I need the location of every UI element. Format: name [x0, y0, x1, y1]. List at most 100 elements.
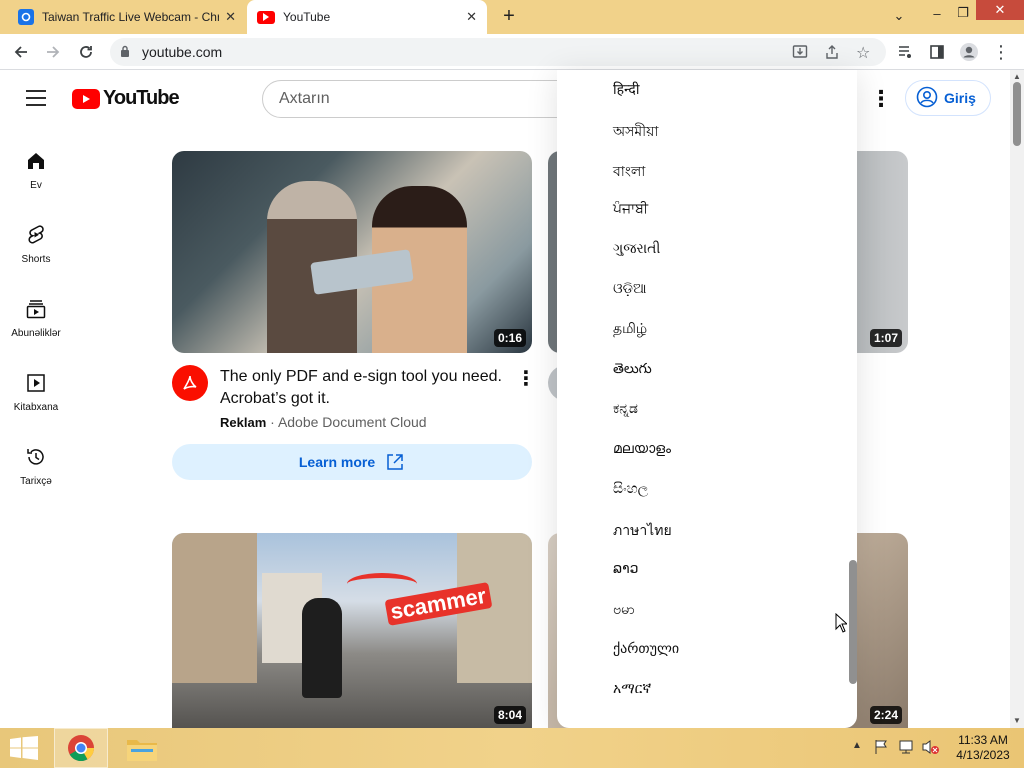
language-option[interactable]: አማርኛ [613, 680, 651, 697]
windows-taskbar: ▲ 11:33 AM 4/13/2023 [0, 728, 1024, 768]
language-option[interactable]: ਪੰਜਾਬੀ [613, 200, 648, 217]
ad-meta: Reklam · Adobe Document Cloud [220, 414, 427, 430]
action-center-flag-icon[interactable] [874, 739, 890, 760]
youtube-favicon-icon [257, 10, 275, 24]
search-input[interactable]: Axtarın [262, 80, 582, 118]
learn-more-button[interactable]: Learn more [172, 444, 532, 480]
clock[interactable]: 11:33 AM 4/13/2023 [948, 733, 1018, 763]
history-icon [27, 449, 44, 465]
video-thumbnail[interactable]: scammer 8:04 [172, 533, 532, 728]
url-text: youtube.com [142, 44, 223, 60]
video-thumbnail[interactable]: 0:16 [172, 151, 532, 353]
language-option[interactable]: ಕನ್ನಡ [613, 400, 638, 417]
sidebar-label: Tarixçə [20, 476, 52, 487]
sidebar-label: Ev [30, 180, 42, 191]
close-tab-icon[interactable]: ✕ [466, 9, 477, 25]
star-icon[interactable]: ☆ [856, 43, 870, 63]
subscriptions-icon [26, 300, 46, 319]
language-option[interactable]: ဗမာ [613, 600, 635, 621]
file-explorer-icon[interactable] [126, 736, 158, 767]
video-title[interactable]: The only PDF and e-sign tool you need. A… [220, 366, 510, 410]
new-tab-button[interactable]: + [496, 6, 522, 28]
shorts-icon [28, 225, 44, 244]
channel-name[interactable]: Adobe Document Cloud [278, 414, 427, 430]
close-tab-icon[interactable]: ✕ [225, 9, 236, 25]
windows-start-icon[interactable] [10, 736, 38, 765]
network-icon[interactable] [898, 739, 914, 760]
external-link-icon [387, 454, 403, 470]
person-figure [302, 598, 342, 698]
video-options-kebab-icon[interactable]: ⋮ [516, 366, 536, 391]
menu-icon[interactable]: ⋮ [986, 34, 1016, 70]
menu-scrollbar-thumb[interactable] [849, 560, 857, 684]
share-icon[interactable] [824, 44, 840, 65]
mouse-cursor-icon [835, 612, 849, 638]
language-option[interactable]: অসমীয়া [613, 120, 658, 144]
sidebar-item-home[interactable]: Ev [0, 146, 72, 220]
adobe-channel-avatar[interactable] [172, 365, 208, 401]
language-option[interactable]: ગુજરાતી [613, 240, 660, 257]
duration-badge: 0:16 [493, 329, 526, 347]
home-icon [28, 153, 44, 169]
language-option[interactable]: ଓଡ଼ିଆ [613, 280, 647, 297]
browser-toolbar: youtube.com ☆ ⋮ [0, 34, 1024, 70]
tab-search-chevron-down-icon[interactable]: ⌄ [882, 3, 916, 29]
language-option[interactable]: हिन्दी [613, 80, 639, 99]
settings-kebab-icon[interactable]: ⋮ [870, 86, 892, 112]
language-option[interactable]: ภาษาไทย [613, 520, 672, 542]
language-option[interactable]: తెలుగు [613, 360, 652, 380]
youtube-logo-text[interactable]: YouTube [103, 87, 180, 110]
hamburger-menu-icon[interactable] [26, 90, 46, 111]
tab-title: YouTube [283, 10, 331, 24]
sidebar-item-shorts[interactable]: Shorts [0, 220, 72, 294]
title-line: Acrobat’s got it. [220, 390, 330, 407]
tab-youtube[interactable]: YouTube ✕ [247, 0, 487, 34]
signin-label: Giriş [944, 90, 976, 106]
sidebar-item-library[interactable]: Kitabxana [0, 368, 72, 442]
reload-icon[interactable] [71, 34, 101, 70]
scroll-up-arrow-icon[interactable]: ▲ [1013, 72, 1021, 81]
scroll-down-arrow-icon[interactable]: ▼ [1013, 716, 1021, 725]
scrollbar-thumb[interactable] [1013, 82, 1021, 146]
forward-icon[interactable] [38, 34, 68, 70]
window-close-button[interactable]: ✕ [976, 0, 1024, 20]
language-option[interactable]: සිංහල [613, 480, 648, 497]
signin-button[interactable]: Giriş [905, 80, 991, 116]
sidebar-label: Kitabxana [13, 402, 59, 413]
chrome-icon[interactable] [54, 728, 108, 768]
account-circle-icon [916, 86, 938, 111]
language-option[interactable]: বাংলা [613, 160, 645, 184]
lock-icon[interactable] [120, 45, 130, 63]
sidepanel-icon[interactable] [922, 34, 952, 70]
language-option[interactable]: മലയാളം [613, 440, 671, 457]
library-icon [27, 374, 45, 392]
tab-taiwan-webcam[interactable]: Taiwan Traffic Live Webcam - Chr ✕ [8, 0, 246, 34]
sidebar-label: Shorts [21, 254, 51, 265]
browser-tab-bar: Taiwan Traffic Live Webcam - Chr ✕ YouTu… [0, 0, 1024, 34]
language-option[interactable]: ქართული [613, 640, 679, 657]
adobe-acrobat-icon [183, 375, 197, 390]
restore-icon[interactable]: ❐ [946, 0, 980, 26]
clock-date: 4/13/2023 [956, 748, 1010, 762]
profile-icon[interactable] [954, 34, 984, 70]
media-icon[interactable] [890, 34, 920, 70]
show-hidden-icons-icon[interactable]: ▲ [852, 740, 862, 751]
install-icon[interactable] [792, 44, 808, 65]
learn-more-label: Learn more [298, 454, 376, 470]
youtube-logo-icon[interactable] [72, 89, 100, 109]
building [172, 533, 257, 683]
language-option[interactable]: தமிழ் [613, 320, 647, 339]
duration-badge: 8:04 [493, 706, 526, 724]
page-scrollbar[interactable]: ▲ ▼ [1010, 70, 1024, 728]
scammer-arrow [347, 573, 417, 595]
address-bar[interactable]: youtube.com ☆ [110, 38, 886, 66]
volume-muted-icon[interactable] [922, 739, 940, 760]
back-icon[interactable] [6, 34, 36, 70]
title-line: The only PDF and e-sign tool you need. [220, 368, 502, 385]
language-menu[interactable]: हिन्दी অসমীয়া বাংলা ਪੰਜਾਬੀ ગુજરાતી ଓଡ଼ି… [557, 70, 857, 728]
sidebar-item-history[interactable]: Tarixçə [0, 442, 72, 516]
duration-badge: 1:07 [869, 329, 902, 347]
language-option[interactable]: ລາວ [613, 560, 639, 577]
meta-separator: · [270, 414, 275, 430]
sidebar-item-subscriptions[interactable]: Abunəliklər [0, 294, 72, 368]
